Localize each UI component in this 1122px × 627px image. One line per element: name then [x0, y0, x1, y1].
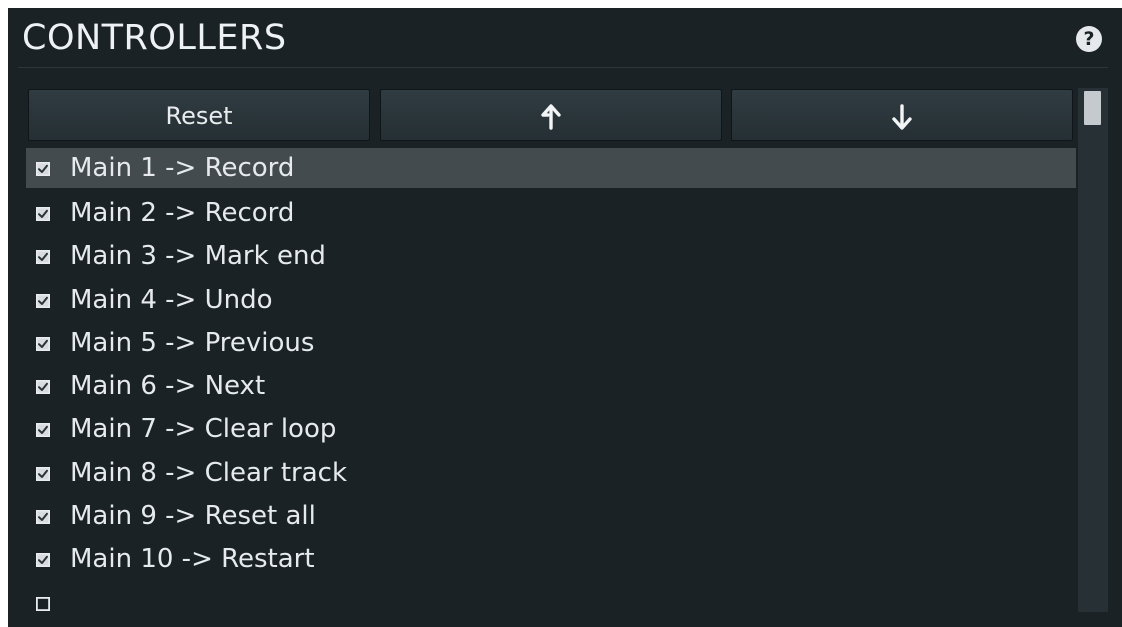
list-item[interactable]: Main 10 -> Restart: [26, 538, 1076, 581]
list-item[interactable]: Main 6 -> Next: [26, 364, 1076, 407]
scrollbar-thumb[interactable]: [1084, 91, 1101, 125]
list-item[interactable]: [26, 581, 1076, 624]
controller-list: Main 1 -> Record Main 2 -> Record Main 3 -…: [26, 148, 1076, 624]
arrow-down-icon: [892, 104, 912, 130]
help-button[interactable]: ?: [1076, 26, 1102, 52]
checkbox-checked-icon[interactable]: [36, 206, 50, 221]
list-item[interactable]: Main 5 -> Previous: [26, 321, 1076, 364]
list-item-label: Main 10 -> Restart: [70, 544, 315, 575]
scrollbar-track[interactable]: [1078, 88, 1108, 612]
checkbox-checked-icon[interactable]: [36, 249, 50, 265]
list-item-label: Main 7 -> Clear loop: [70, 414, 337, 445]
checkbox-checked-icon[interactable]: [36, 509, 50, 525]
reset-button[interactable]: Reset: [28, 89, 370, 141]
list-item[interactable]: Main 9 -> Reset all: [26, 494, 1076, 537]
list-item[interactable]: Main 7 -> Clear loop: [26, 408, 1076, 451]
checkbox-checked-icon[interactable]: [36, 466, 50, 481]
list-item[interactable]: Main 3 -> Mark end: [26, 235, 1076, 278]
arrow-up-icon: [541, 104, 561, 130]
list-item-label: Main 8 -> Clear track: [70, 457, 347, 488]
checkbox-checked-icon[interactable]: [36, 379, 50, 395]
checkbox-checked-icon[interactable]: [36, 336, 50, 351]
reset-button-label: Reset: [165, 102, 233, 130]
checkbox-checked-icon[interactable]: [36, 161, 50, 176]
controllers-panel: CONTROLLERS ? Reset Main 1 -> Record Main…: [8, 8, 1122, 627]
list-item[interactable]: Main 2 -> Record: [26, 191, 1076, 234]
move-down-button[interactable]: [731, 89, 1073, 141]
checkbox-checked-icon[interactable]: [36, 422, 50, 438]
checkbox-unchecked-icon[interactable]: [35, 596, 50, 611]
header-divider: [18, 67, 1108, 68]
checkbox-checked-icon[interactable]: [36, 552, 50, 568]
panel-header: CONTROLLERS ?: [8, 8, 1122, 68]
list-item[interactable]: Main 4 -> Undo: [26, 278, 1076, 321]
panel-title: CONTROLLERS: [22, 18, 287, 58]
list-item[interactable]: Main 8 -> Clear track: [26, 451, 1076, 494]
list-item-label: Main 6 -> Next: [70, 371, 266, 402]
list-item-label: Main 5 -> Previous: [70, 327, 315, 358]
list-item-label: Main 9 -> Reset all: [70, 501, 316, 532]
checkbox-checked-icon[interactable]: [36, 293, 50, 308]
list-item-label: Main 3 -> Mark end: [70, 241, 326, 272]
list-item[interactable]: Main 1 -> Record: [26, 148, 1076, 188]
list-item-label: Main 4 -> Undo: [70, 284, 273, 315]
list-item-label: Main 2 -> Record: [70, 197, 295, 228]
move-up-button[interactable]: [380, 89, 722, 141]
list-item-label: Main 1 -> Record: [70, 153, 295, 183]
